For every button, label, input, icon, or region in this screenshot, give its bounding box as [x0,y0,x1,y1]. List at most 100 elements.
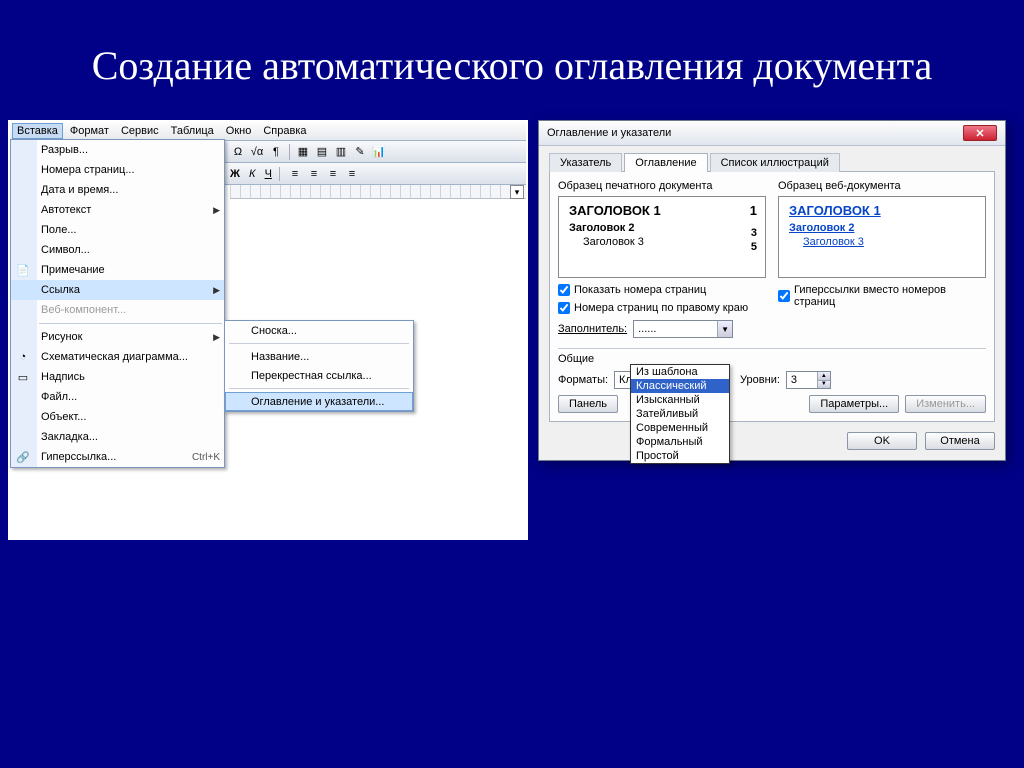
submenu-item[interactable]: Оглавление и указатели... [225,392,413,411]
menu-icon [15,222,31,238]
web-h2: Заголовок 2 [789,222,854,234]
print-preview: ЗАГОЛОВОК 11 Заголовок 23 Заголовок 35 [558,196,766,278]
menu-icon: ▭ [15,369,31,385]
drawing-icon[interactable]: ✎ [352,144,368,160]
menu-item[interactable]: Дата и время... [11,180,224,200]
panel-button[interactable]: Панель [558,395,618,413]
ruler-button[interactable]: ▾ [510,185,524,199]
print-preview-label: Образец печатного документа [558,180,766,192]
menu-label: Гиперссылка... [41,451,116,463]
menu-icon: ◔ [15,349,31,365]
menu-item[interactable]: Номера страниц... [11,160,224,180]
format-option[interactable]: Современный [631,421,729,435]
menu-label: Рисунок [41,331,83,343]
levels-label: Уровни: [740,374,780,386]
sample-h1: ЗАГОЛОВОК 1 [569,203,661,218]
tab-index[interactable]: Указатель [549,153,622,172]
tab-illustrations[interactable]: Список иллюстраций [710,153,840,172]
submenu-item[interactable]: Перекрестная ссылка... [225,366,413,385]
dialog-title-text: Оглавление и указатели [547,127,671,139]
italic-button[interactable]: К [249,168,255,180]
format-option[interactable]: Из шаблона [631,365,729,379]
separator [279,167,280,181]
menu-label: Объект... [41,411,86,423]
menu-item[interactable]: Объект... [11,407,224,427]
menu-item[interactable]: Разрыв... [11,140,224,160]
align-left-icon[interactable]: ≡ [287,166,303,182]
chk-show-pages[interactable] [558,284,570,296]
menu-label: Закладка... [41,431,98,443]
menu-item[interactable]: Поле... [11,220,224,240]
justify-icon[interactable]: ≡ [344,166,360,182]
menu-icon: 🔗 [15,449,31,465]
spin-down-icon[interactable]: ▼ [817,381,830,389]
table-icon[interactable]: ▦ [295,144,311,160]
web-preview-label: Образец веб-документа [778,180,986,192]
menu-item[interactable]: Ссылка▶ [11,280,224,300]
menu-item[interactable]: Закладка... [11,427,224,447]
toc-dialog: Оглавление и указатели ✕ Указатель Оглав… [538,120,1006,461]
submenu-item[interactable]: Сноска... [225,321,413,340]
menu-item[interactable]: Рисунок▶ [11,327,224,347]
columns-icon[interactable]: ▥ [333,144,349,160]
chk-hyperlinks[interactable] [778,290,790,302]
menu-label: Веб-компонент... [41,304,126,316]
menu-label: Ссылка [41,284,80,296]
menu-label: Надпись [41,371,85,383]
align-center-icon[interactable]: ≡ [306,166,322,182]
underline-button[interactable]: Ч [265,168,272,180]
menu-insert[interactable]: Вставка [12,123,63,139]
format-option[interactable]: Изысканный [631,393,729,407]
format-option[interactable]: Классический [631,379,729,393]
chk-show-pages-label: Показать номера страниц [574,284,706,296]
worksheet-icon[interactable]: ▤ [314,144,330,160]
format-option[interactable]: Формальный [631,435,729,449]
paragraph-icon[interactable]: ¶ [268,144,284,160]
filler-label: Заполнитель: [558,323,627,335]
menu-icon [15,429,31,445]
menu-format[interactable]: Формат [65,123,114,139]
cancel-button[interactable]: Отмена [925,432,995,450]
sqrt-icon[interactable]: √α [249,144,265,160]
format-option[interactable]: Простой [631,449,729,463]
menu-item[interactable]: ◔Схематическая диаграмма... [11,347,224,367]
menu-service[interactable]: Сервис [116,123,164,139]
word-window: Вставка Формат Сервис Таблица Окно Справ… [8,120,528,540]
menu-window[interactable]: Окно [221,123,257,139]
menu-item[interactable]: 📄Примечание [11,260,224,280]
chevron-down-icon: ▼ [717,321,732,337]
submenu-item[interactable]: Название... [225,347,413,366]
chart-icon[interactable]: 📊 [371,144,387,160]
menu-item[interactable]: Файл... [11,387,224,407]
separator [289,144,290,160]
tab-toc[interactable]: Оглавление [624,153,707,172]
omega-icon[interactable]: Ω [230,144,246,160]
levels-value: 3 [791,374,797,386]
format-option[interactable]: Затейливый [631,407,729,421]
levels-spinner[interactable]: 3 ▲▼ [786,371,831,389]
params-button[interactable]: Параметры... [809,395,899,413]
menu-icon [15,202,31,218]
menu-help[interactable]: Справка [258,123,311,139]
menu-table[interactable]: Таблица [166,123,219,139]
menu-item[interactable]: Автотекст▶ [11,200,224,220]
modify-button[interactable]: Изменить... [905,395,986,413]
close-button[interactable]: ✕ [963,125,997,141]
menu-item[interactable]: Символ... [11,240,224,260]
chk-right-align[interactable] [558,302,570,314]
menu-item[interactable]: Веб-компонент... [11,300,224,320]
menu-icon [15,329,31,345]
filler-combo[interactable]: ......▼ [633,320,733,338]
spin-up-icon[interactable]: ▲ [817,372,830,381]
ok-button[interactable]: OK [847,432,917,450]
menu-label: Поле... [41,224,77,236]
align-right-icon[interactable]: ≡ [325,166,341,182]
menu-item[interactable]: ▭ Надпись [11,367,224,387]
menu-label: Файл... [41,391,77,403]
menu-icon [15,182,31,198]
menu-icon [15,389,31,405]
bold-button[interactable]: Ж [230,168,240,180]
menu-item[interactable]: 🔗Гиперссылка...Ctrl+K [11,447,224,467]
web-h1: ЗАГОЛОВОК 1 [789,203,881,218]
separator [558,348,986,349]
